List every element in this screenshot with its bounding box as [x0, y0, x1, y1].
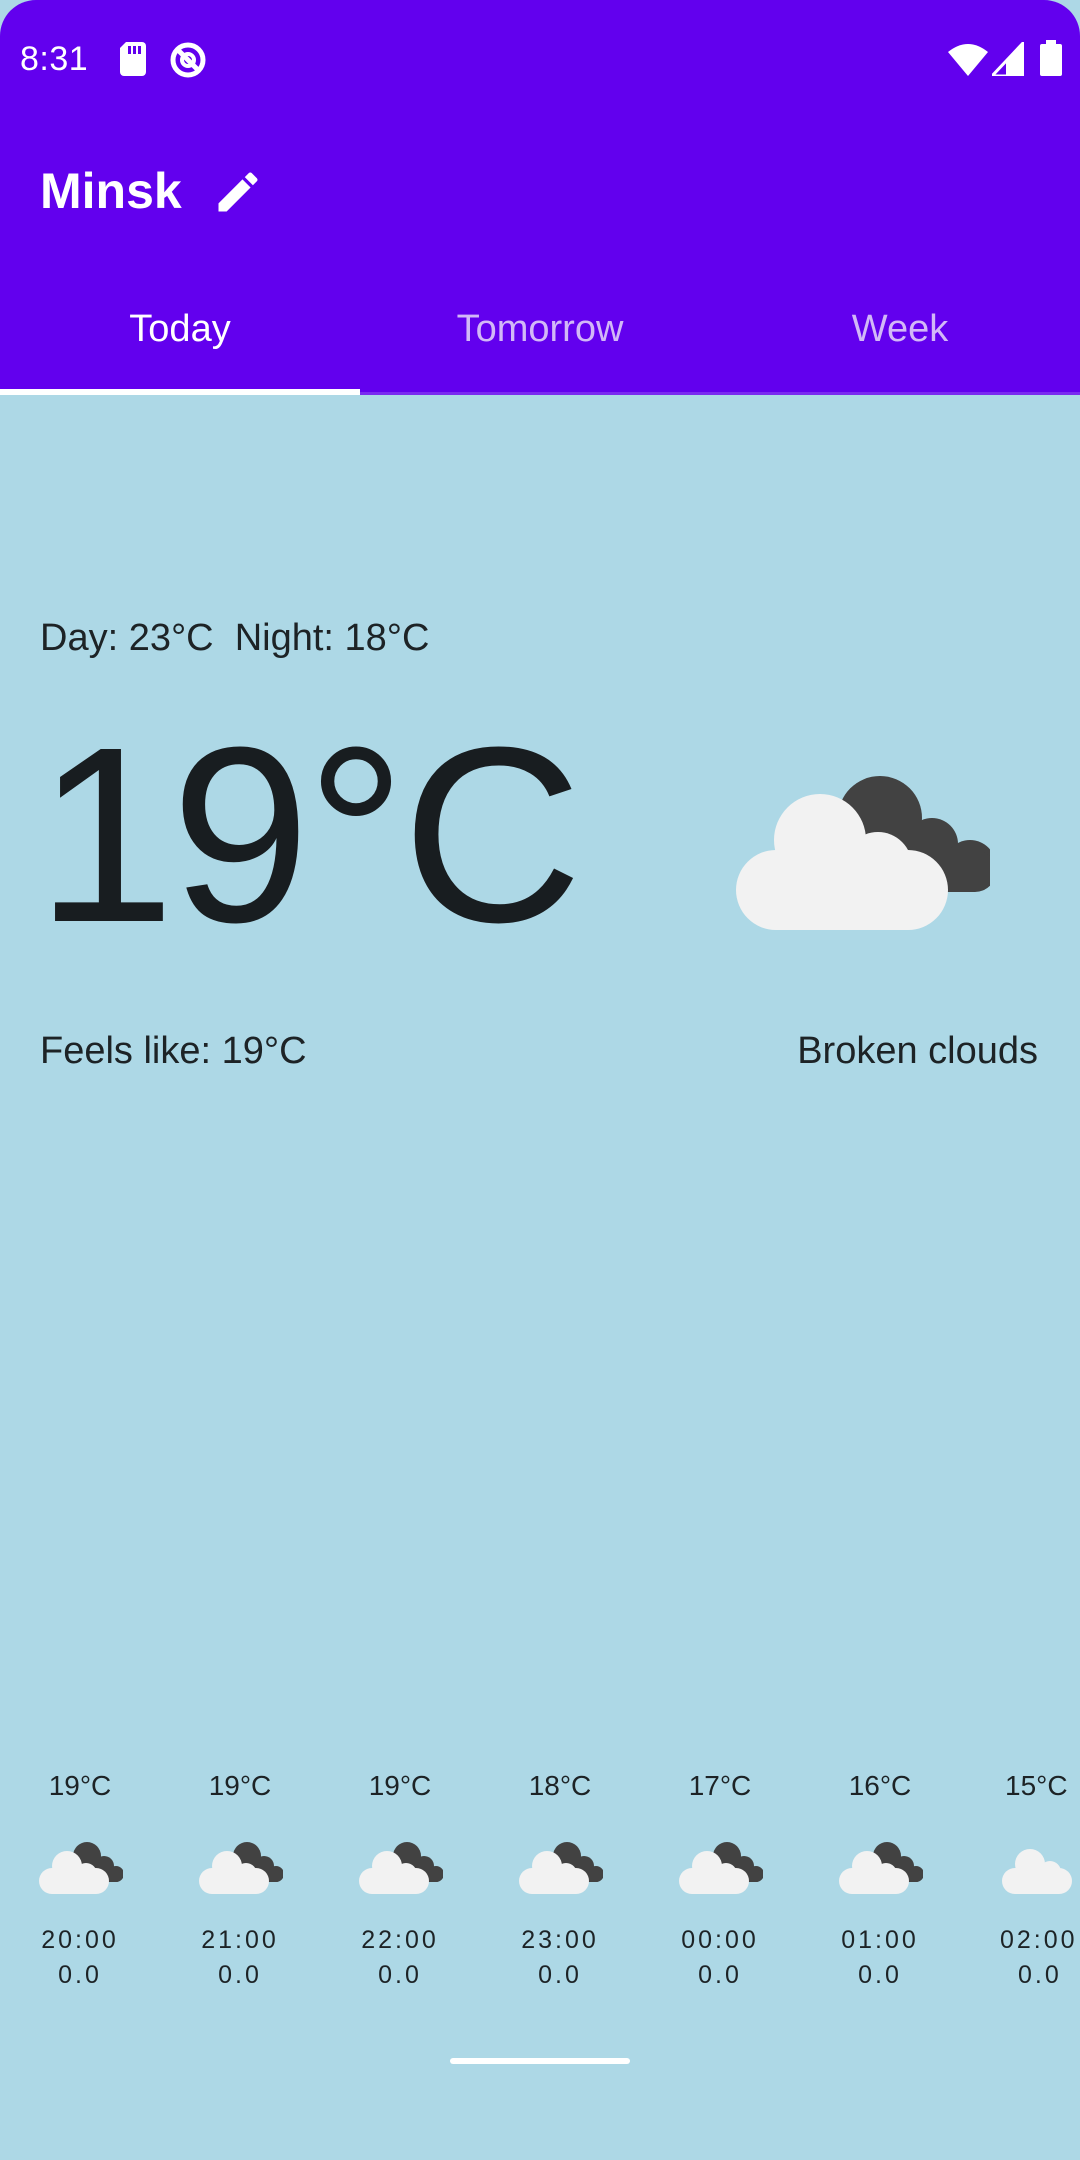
hourly-time: 23:00: [521, 1926, 599, 1954]
broken-clouds-icon: [736, 776, 990, 930]
status-time: 8:31: [20, 40, 89, 78]
hourly-time: 00:00: [681, 1926, 759, 1954]
hourly-time: 02:00: [1000, 1926, 1078, 1954]
broken-clouds-icon: [679, 1842, 763, 1894]
hourly-temp: 19°C: [48, 1770, 112, 1801]
tab-week[interactable]: Week: [720, 290, 1080, 395]
hourly-item: 15°C 02:00 0.0: [960, 1770, 1080, 1990]
app-bar: 8:31 Minsk Today Tomorrow Week: [0, 0, 1080, 395]
hourly-item: 17°C 00:00 0.0: [640, 1770, 800, 1990]
pencil-icon[interactable]: [212, 166, 264, 218]
hourly-temp: 16°C: [848, 1770, 912, 1801]
hourly-item: 19°C 20:00 0.0: [0, 1770, 160, 1990]
hourly-precip: 0.0: [378, 1961, 422, 1989]
hourly-temp: 19°C: [368, 1770, 432, 1801]
hourly-precip: 0.0: [858, 1961, 902, 1989]
sd-card-icon: [120, 42, 146, 76]
broken-clouds-icon: [359, 1842, 443, 1894]
hourly-item: 19°C 22:00 0.0: [320, 1770, 480, 1990]
weather-condition: Broken clouds: [797, 1030, 1038, 1072]
broken-clouds-icon: [839, 1842, 923, 1894]
hourly-precip: 0.0: [698, 1961, 742, 1989]
weather-screen: 8:31 Minsk Today Tomorrow Week Day: 23°C…: [0, 0, 1080, 2160]
broken-clouds-icon: [199, 1842, 283, 1894]
hourly-precip: 0.0: [58, 1961, 102, 1989]
hourly-precip: 0.0: [1018, 1961, 1062, 1989]
cloud-icon: [1002, 1849, 1072, 1894]
hourly-temp: 15°C: [1005, 1770, 1068, 1801]
hourly-temp: 17°C: [688, 1770, 752, 1801]
hourly-precip: 0.0: [218, 1961, 262, 1989]
tab-tomorrow[interactable]: Tomorrow: [360, 290, 720, 395]
current-temperature: 19°C: [36, 695, 583, 974]
tab-bar: Today Tomorrow Week: [0, 290, 1080, 395]
day-night-temps: Day: 23°C Night: 18°C: [40, 617, 430, 659]
feels-like: Feels like: 19°C: [40, 1030, 307, 1072]
tab-today[interactable]: Today: [0, 290, 360, 395]
broken-clouds-icon: [519, 1842, 603, 1894]
tab-indicator: [0, 389, 360, 395]
hourly-time: 20:00: [41, 1926, 119, 1954]
wifi-icon: [948, 44, 988, 76]
hourly-precip: 0.0: [538, 1961, 582, 1989]
signal-icon: [992, 42, 1024, 76]
battery-icon: [1040, 40, 1062, 76]
hourly-temp: 19°C: [208, 1770, 272, 1801]
hourly-temp: 18°C: [528, 1770, 592, 1801]
hourly-item: 19°C 21:00 0.0: [160, 1770, 320, 1990]
city-title: Minsk: [40, 163, 182, 219]
hourly-time: 22:00: [361, 1926, 439, 1954]
hourly-time: 01:00: [841, 1926, 919, 1954]
sync-icon: [170, 42, 206, 78]
hourly-time: 21:00: [201, 1926, 279, 1954]
hourly-item: 16°C 01:00 0.0: [800, 1770, 960, 1990]
hourly-item: 18°C 23:00 0.0: [480, 1770, 640, 1990]
home-indicator[interactable]: [450, 2058, 630, 2064]
broken-clouds-icon: [39, 1842, 123, 1894]
hourly-forecast[interactable]: 19°C 20:00 0.0 19°C 21:00 0.0 19°C 22:00…: [0, 1770, 1080, 2010]
